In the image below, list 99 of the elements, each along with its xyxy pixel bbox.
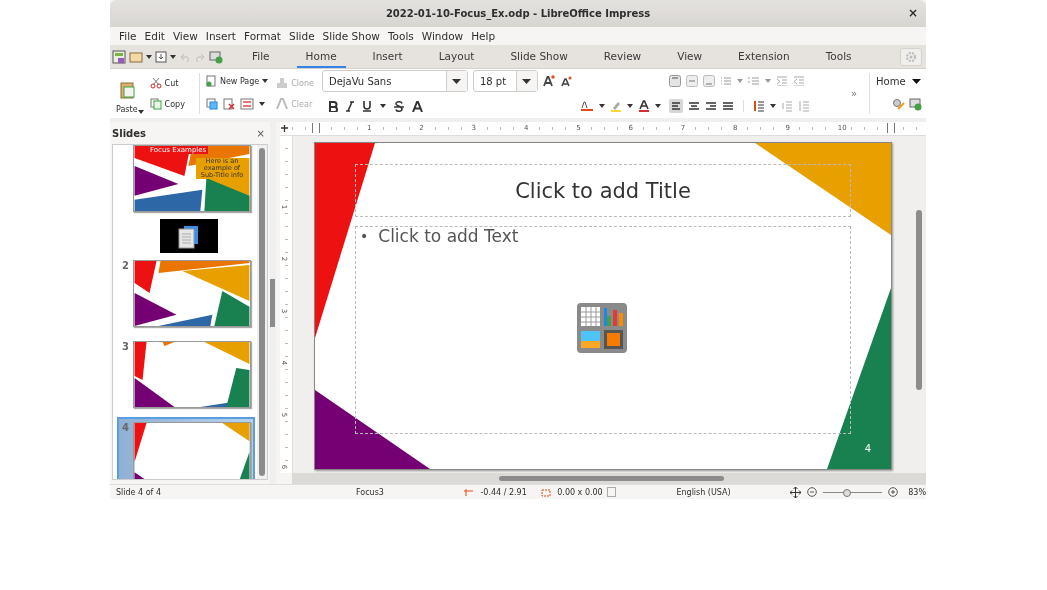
menu-item[interactable]: Help	[467, 29, 500, 43]
tab[interactable]: Review	[594, 45, 651, 68]
master-slide-name: Focus3	[355, 487, 385, 497]
new-page-button[interactable]: New Page	[205, 73, 269, 89]
caret-icon	[522, 78, 532, 84]
justify-icon[interactable]	[721, 100, 734, 112]
tab[interactable]: Tools	[816, 45, 861, 68]
panel-title: Slides	[112, 127, 146, 139]
copy-icon	[149, 98, 162, 110]
underline-icon[interactable]	[361, 100, 372, 112]
align-left-icon[interactable]	[668, 99, 683, 113]
menu-item[interactable]: Slide	[285, 29, 319, 43]
position-icon	[463, 487, 475, 497]
strikethrough-icon[interactable]	[393, 100, 404, 112]
menu-item[interactable]: Format	[239, 29, 285, 43]
start-slideshow-icon[interactable]	[909, 97, 922, 111]
tab[interactable]: Insert	[363, 45, 412, 68]
caret-icon	[262, 79, 269, 83]
cursor-position: -0.44 / 2.91	[480, 487, 527, 497]
zoom-level: 83%	[908, 487, 926, 497]
delete-slide-icon[interactable]	[222, 98, 235, 110]
shrink-font-icon[interactable]	[559, 75, 572, 87]
caret-icon[interactable]	[598, 104, 605, 108]
tab[interactable]: Layout	[429, 45, 484, 68]
caret-icon[interactable]	[137, 110, 144, 114]
shadow-icon[interactable]	[411, 100, 423, 112]
slide-counter: Slide 4 of 4	[116, 487, 163, 497]
italic-icon[interactable]	[345, 100, 354, 112]
zoom-in-icon[interactable]	[888, 487, 899, 497]
caret-icon[interactable]	[654, 104, 661, 108]
close-button[interactable]: ×	[256, 127, 265, 139]
menu-item[interactable]: File	[115, 29, 141, 43]
menu-item[interactable]: View	[168, 29, 202, 43]
find-replace-icon[interactable]	[892, 98, 905, 110]
save-icon[interactable]	[155, 50, 167, 63]
font-size-field[interactable]: 18 pt	[472, 70, 538, 92]
page-number: 4	[864, 443, 871, 454]
character-spacing-icon[interactable]	[579, 100, 594, 112]
object-size: 0.00 x 0.00	[557, 487, 603, 497]
start-slideshow-icon[interactable]	[209, 49, 223, 64]
insert-object-button[interactable]	[577, 303, 627, 353]
title-placeholder[interactable]: Click to add Title	[355, 164, 851, 217]
more-button[interactable]: »	[850, 88, 857, 99]
indent-marker[interactable]	[887, 123, 895, 133]
splitter-handle[interactable]	[270, 279, 275, 327]
scissors-icon	[149, 77, 162, 89]
scrollbar-thumb[interactable]	[499, 476, 724, 481]
close-button[interactable]: ×	[907, 7, 918, 19]
tab[interactable]: File	[243, 45, 279, 68]
cut-button[interactable]: Cut	[149, 75, 185, 91]
clipboard-icon	[118, 81, 135, 99]
document-icon	[160, 219, 218, 253]
menu-item[interactable]: Window	[417, 29, 468, 43]
zoom-out-icon[interactable]	[806, 487, 817, 497]
slide-layout-icon[interactable]	[112, 49, 126, 64]
text-placeholder[interactable]: • Click to add Text	[355, 226, 851, 434]
font-color-icon[interactable]	[637, 100, 650, 112]
highlighter-icon[interactable]	[609, 100, 622, 112]
copy-button[interactable]: Copy	[149, 96, 185, 112]
gear-icon	[905, 50, 917, 63]
align-right-icon[interactable]	[704, 100, 717, 112]
placeholder-text: Click to add Text	[378, 227, 519, 245]
align-center-icon[interactable]	[687, 100, 700, 112]
indent-marker[interactable]	[312, 123, 320, 133]
grow-font-icon[interactable]	[542, 75, 555, 87]
context-dropdown[interactable]: Home	[876, 73, 922, 89]
caret-icon[interactable]	[379, 104, 386, 108]
fit-slide-icon[interactable]	[789, 486, 801, 498]
caret-icon[interactable]	[769, 104, 776, 108]
line-spacing-icon[interactable]	[752, 100, 765, 112]
caret-icon[interactable]	[258, 102, 265, 106]
size-icon	[540, 487, 552, 497]
font-name-field[interactable]: DejaVu Sans	[321, 70, 468, 92]
document-modified-icon	[607, 487, 617, 497]
tab-stop-icon[interactable]	[280, 124, 289, 133]
duplicate-slide-icon[interactable]	[205, 98, 218, 110]
new-page-icon	[205, 75, 217, 87]
insert-object-icon	[577, 303, 627, 353]
stamp-icon	[276, 77, 289, 89]
paste-button[interactable]: Paste	[116, 81, 138, 114]
menu-item[interactable]: Tools	[383, 29, 418, 43]
caret-icon	[452, 78, 462, 84]
tab[interactable]: View	[668, 45, 712, 68]
bold-icon[interactable]	[327, 100, 338, 112]
caret-icon[interactable]	[146, 54, 152, 59]
scrollbar-thumb[interactable]	[259, 148, 265, 476]
bullet: •	[360, 227, 369, 245]
tab[interactable]: Extension	[729, 45, 799, 68]
menu-item[interactable]: Edit	[140, 29, 169, 43]
align-top-icon[interactable]	[668, 75, 681, 87]
menu-item[interactable]: Slide Show	[318, 29, 384, 43]
scrollbar-thumb[interactable]	[916, 210, 922, 390]
caret-icon[interactable]	[170, 54, 176, 59]
language: English (USA)	[676, 487, 732, 497]
caret-icon	[911, 78, 921, 84]
tab[interactable]: Slide Show	[501, 45, 577, 68]
caret-icon[interactable]	[626, 104, 633, 108]
window-title: 2022-01-10-Focus_Ex.odp - LibreOffice Impress	[385, 8, 651, 19]
menu-item[interactable]: Insert	[201, 29, 240, 43]
